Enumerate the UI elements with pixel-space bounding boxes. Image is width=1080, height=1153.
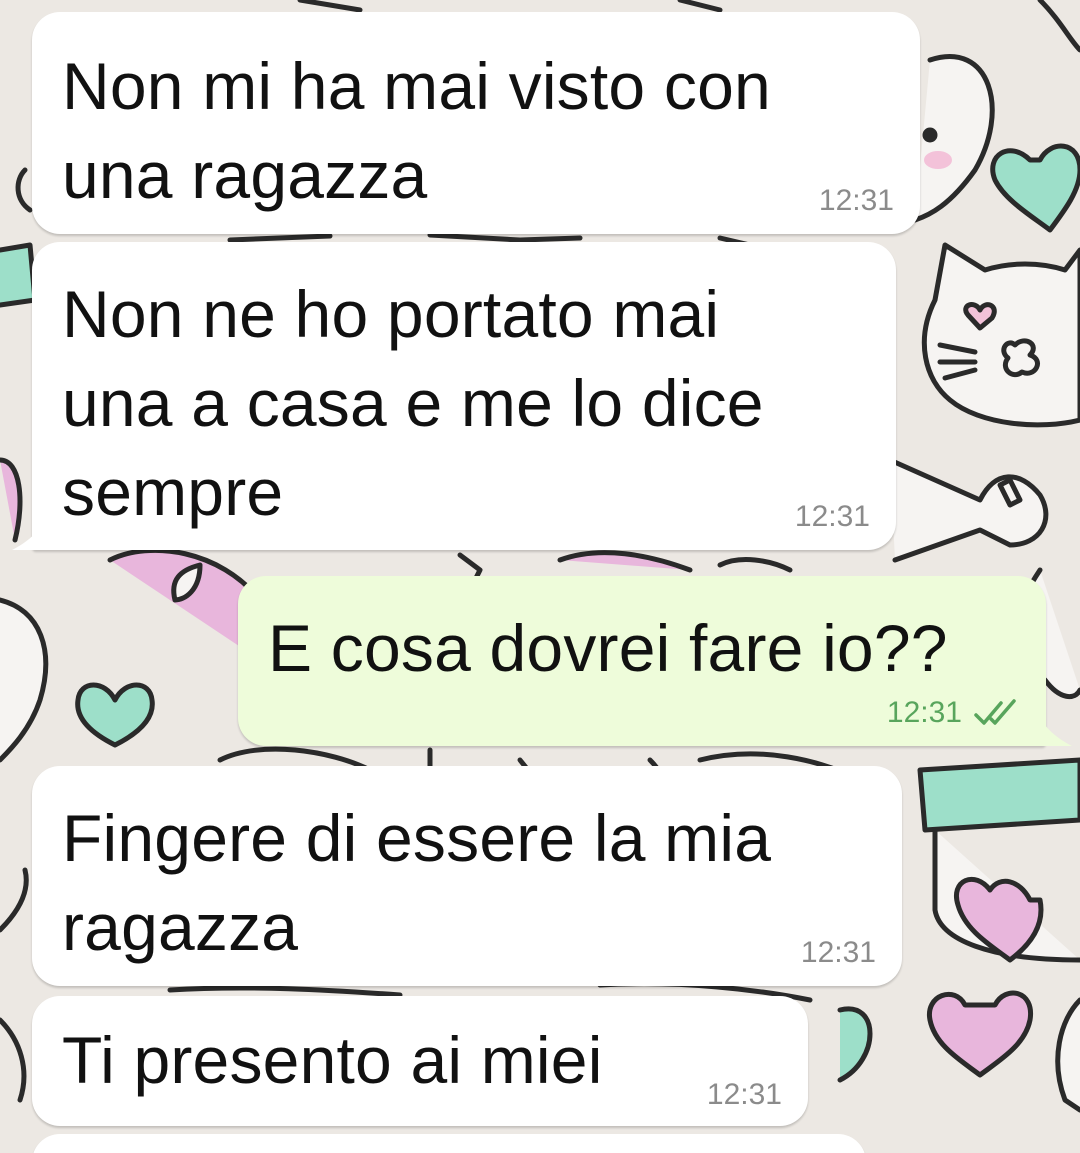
incoming-message[interactable] — [32, 1134, 866, 1153]
message-list[interactable]: Non mi ha mai visto con una ragazza 12:3… — [0, 0, 1080, 1153]
message-time: 12:31 — [800, 936, 876, 969]
incoming-message[interactable]: Ti presento ai miei 12:31 — [32, 996, 808, 1126]
message-meta: 12:31 — [801, 936, 876, 970]
message-time: 12:31 — [794, 500, 870, 533]
message-text: Non ne ho portato mai una a casa e me lo… — [62, 277, 764, 529]
message-text: Non mi ha mai visto con una ragazza — [62, 49, 771, 212]
double-check-icon — [974, 699, 1016, 725]
message-text: Fingere di essere la mia ragazza — [62, 801, 772, 964]
incoming-message[interactable]: Non mi ha mai visto con una ragazza 12:3… — [32, 12, 920, 234]
message-text: Ti presento ai miei — [62, 1023, 603, 1097]
message-time: 12:31 — [818, 184, 894, 217]
bubble-tail — [1038, 716, 1072, 746]
incoming-message[interactable]: Non ne ho portato mai una a casa e me lo… — [32, 242, 896, 550]
message-meta: 12:31 — [707, 1078, 782, 1112]
incoming-message[interactable]: Fingere di essere la mia ragazza 12:31 — [32, 766, 902, 986]
message-time: 12:31 — [886, 696, 962, 729]
message-time: 12:31 — [706, 1078, 782, 1111]
message-meta: 12:31 — [819, 184, 894, 218]
outgoing-message[interactable]: E cosa dovrei fare io?? 12:31 — [238, 576, 1046, 746]
message-meta: 12:31 — [887, 696, 1020, 730]
message-text: E cosa dovrei fare io?? — [268, 611, 948, 685]
message-meta: 12:31 — [795, 500, 870, 534]
bubble-tail — [12, 520, 46, 550]
